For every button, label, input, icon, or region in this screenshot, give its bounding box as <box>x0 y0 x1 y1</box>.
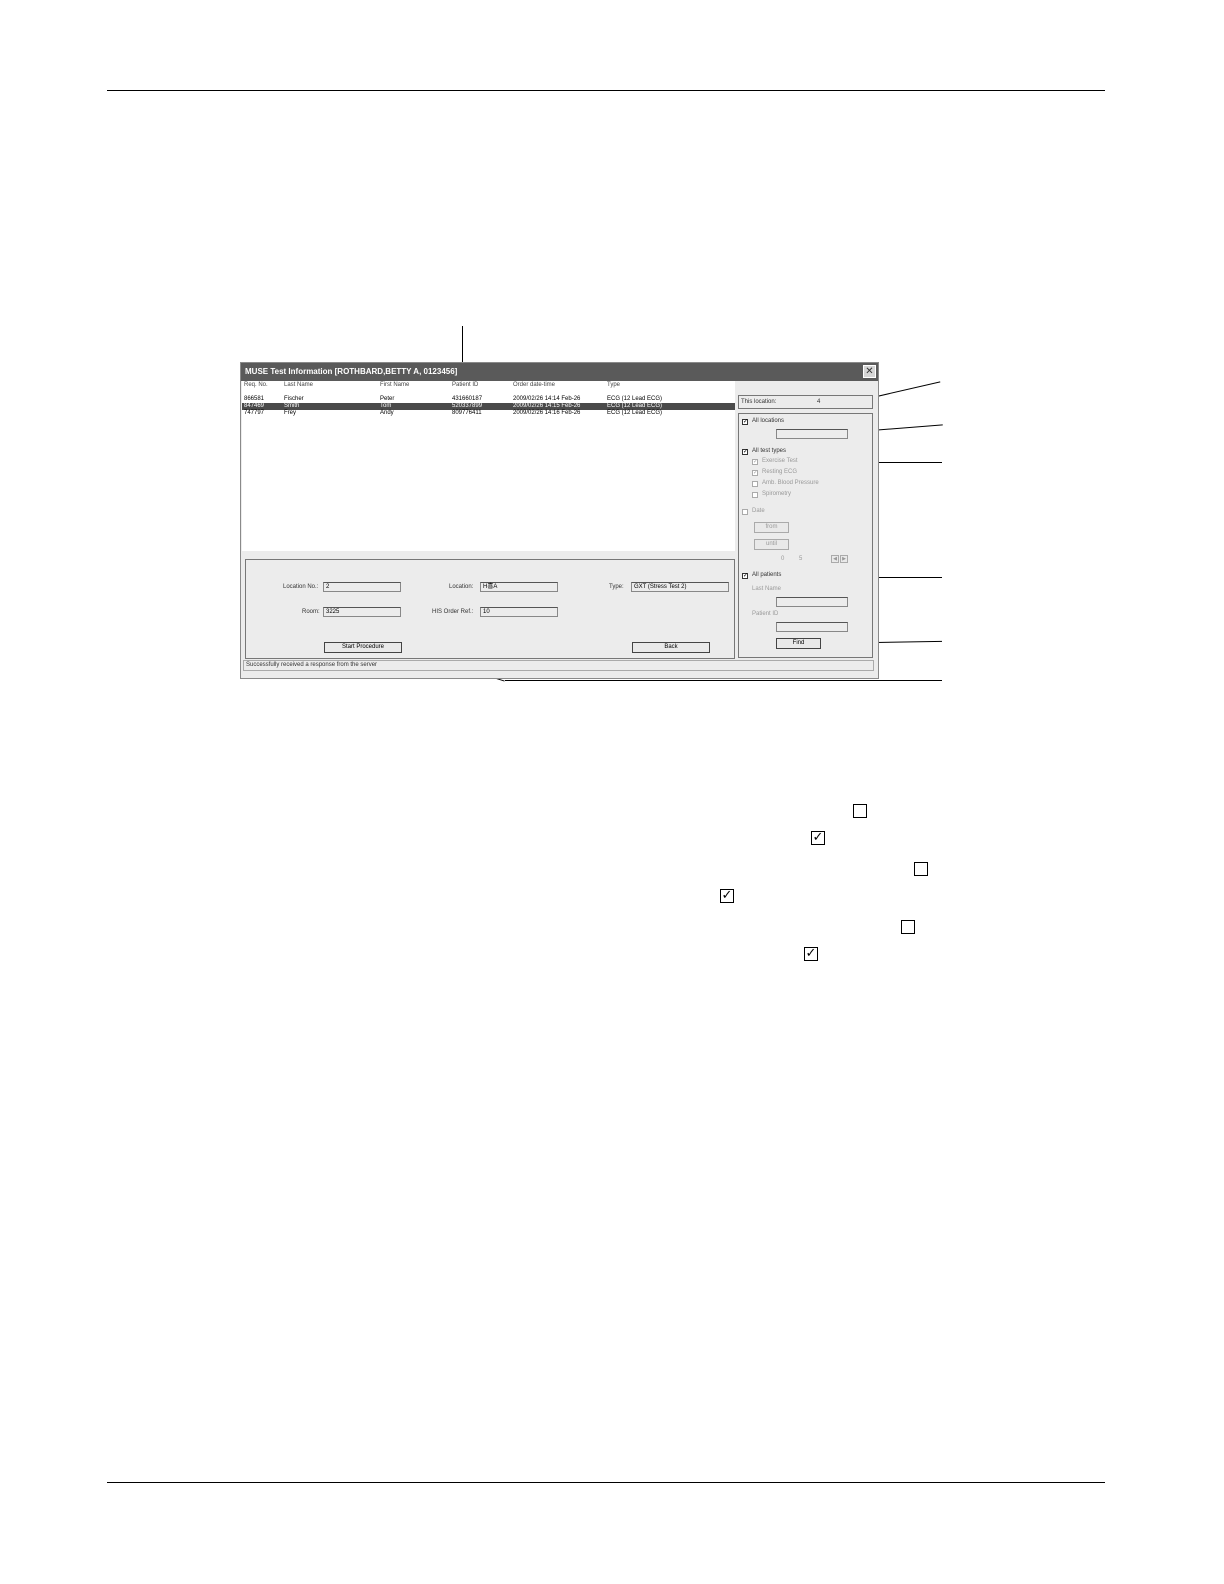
exercise-test-checkbox[interactable]: ✓ <box>752 459 758 465</box>
date-label: Date <box>752 508 765 514</box>
this-location-panel: This location: 4 <box>738 395 873 409</box>
location-filter-field[interactable] <box>776 429 848 439</box>
amb-blood-pressure-checkbox[interactable] <box>752 481 758 487</box>
unchecked-box-icon <box>914 862 928 876</box>
close-icon[interactable]: ✕ <box>863 365 876 378</box>
order-list[interactable]: Req. No. Last Name First Name Patient ID… <box>242 381 735 551</box>
room-field[interactable]: 3225 <box>323 607 401 617</box>
window-title: MUSE Test Information [ROTHBARD,BETTY A,… <box>241 363 878 381</box>
this-location-label: This location: <box>741 399 777 405</box>
resting-ecg-checkbox[interactable]: ✓ <box>752 470 758 476</box>
column-header-patient-id[interactable]: Patient ID <box>452 382 478 388</box>
start-procedure-button[interactable]: Start Procedure <box>324 642 402 653</box>
patient-id-field[interactable] <box>776 622 848 632</box>
back-button[interactable]: Back <box>632 642 710 653</box>
location-label: Location: <box>449 584 474 590</box>
status-text: Successfully received a response from th… <box>246 662 378 668</box>
cell-req-no: 847469 <box>244 403 265 409</box>
cell-patient-id: 809776411 <box>452 410 482 416</box>
callout-line-start-horizontal <box>505 680 942 681</box>
his-order-ref-label: HIS Order Ref.: <box>432 609 474 615</box>
header-rule <box>107 90 1105 91</box>
last-name-label: Last Name <box>752 586 782 592</box>
type-field[interactable]: GXT (Stress Test 2) <box>631 582 729 592</box>
all-locations-checkbox[interactable]: ✓ <box>742 419 748 425</box>
checked-box-icon: ✓ <box>804 946 818 961</box>
footer-rule <box>107 1482 1105 1483</box>
last-name-field[interactable] <box>776 597 848 607</box>
cell-type: ECG (12 Lead ECG) <box>607 403 663 409</box>
this-location-value: 4 <box>817 399 821 405</box>
cell-patient-id: 431660187 <box>452 396 483 402</box>
all-patients-label: All patients <box>752 572 782 578</box>
table-row[interactable]: 866581 Fischer Peter 431660187 2009/02/2… <box>242 396 735 403</box>
range-from-value: 0 <box>781 556 785 562</box>
status-bar: Successfully received a response from th… <box>243 660 874 671</box>
all-test-types-label: All test types <box>752 448 787 454</box>
scroll-right-icon[interactable]: ▶ <box>840 555 848 563</box>
cell-order-date: 2009/02/26 14:14 Feb-26 <box>513 396 581 402</box>
room-label: Room: <box>302 609 320 615</box>
amb-blood-pressure-label: Amb. Blood Pressure <box>762 480 819 486</box>
cell-req-no: 747797 <box>244 410 265 416</box>
from-button[interactable]: from <box>754 522 789 533</box>
cell-order-date: 2009/02/26 14:15 Feb-26 <box>513 403 581 409</box>
exercise-test-label: Exercise Test <box>762 458 798 464</box>
type-label: Type: <box>609 584 624 590</box>
checked-box-icon: ✓ <box>811 830 825 845</box>
cell-last-name: Smith <box>284 403 300 409</box>
location-no-field[interactable]: 2 <box>323 582 401 592</box>
filter-panel: ✓ All locations ✓ All test types ✓ Exerc… <box>738 413 873 658</box>
cell-first-name: Andy <box>380 410 394 416</box>
column-header-first-name[interactable]: First Name <box>380 382 409 388</box>
cell-type: ECG (12 Lead ECG) <box>607 410 663 416</box>
scroll-left-icon[interactable]: ◀ <box>831 555 839 563</box>
all-test-types-checkbox[interactable]: ✓ <box>742 449 748 455</box>
cell-type: ECG (12 Lead ECG) <box>607 396 663 402</box>
unchecked-box-icon <box>901 920 915 934</box>
resting-ecg-label: Resting ECG <box>762 469 798 475</box>
cell-req-no: 866581 <box>244 396 265 402</box>
spirometry-checkbox[interactable] <box>752 492 758 498</box>
location-field[interactable]: H喜A <box>480 582 558 592</box>
cell-last-name: Frey <box>284 410 296 416</box>
table-row[interactable]: 747797 Frey Andy 809776411 2009/02/26 14… <box>242 410 735 417</box>
all-patients-checkbox[interactable]: ✓ <box>742 573 748 579</box>
find-button[interactable]: Find <box>776 638 821 649</box>
cell-first-name: Tom <box>380 403 392 409</box>
cell-patient-id: 520337899 <box>452 403 483 409</box>
until-button[interactable]: until <box>754 539 789 550</box>
column-header-last-name[interactable]: Last Name <box>284 382 313 388</box>
spirometry-label: Spirometry <box>762 491 792 497</box>
muse-test-information-window: MUSE Test Information [ROTHBARD,BETTY A,… <box>240 362 879 679</box>
checked-box-icon: ✓ <box>720 888 734 903</box>
all-locations-label: All locations <box>752 418 785 424</box>
cell-last-name: Fischer <box>284 396 304 402</box>
his-order-ref-field[interactable]: 10 <box>480 607 558 617</box>
details-panel: Location No.: 2 Location: H喜A Type: GXT … <box>245 559 735 659</box>
date-checkbox[interactable] <box>742 509 748 515</box>
range-to-value: 5 <box>799 556 803 562</box>
column-header-type[interactable]: Type <box>607 382 620 388</box>
column-header-req-no[interactable]: Req. No. <box>244 382 268 388</box>
cell-first-name: Peter <box>380 396 395 402</box>
column-header-order-date[interactable]: Order date-time <box>513 382 555 388</box>
location-no-label: Location No.: <box>283 584 319 590</box>
unchecked-box-icon <box>853 804 867 818</box>
table-row-selected[interactable]: 847469 Smith Tom 520337899 2009/02/26 14… <box>242 403 735 410</box>
cell-order-date: 2009/02/26 14:16 Feb-26 <box>513 410 581 416</box>
patient-id-label: Patient ID <box>752 611 779 617</box>
